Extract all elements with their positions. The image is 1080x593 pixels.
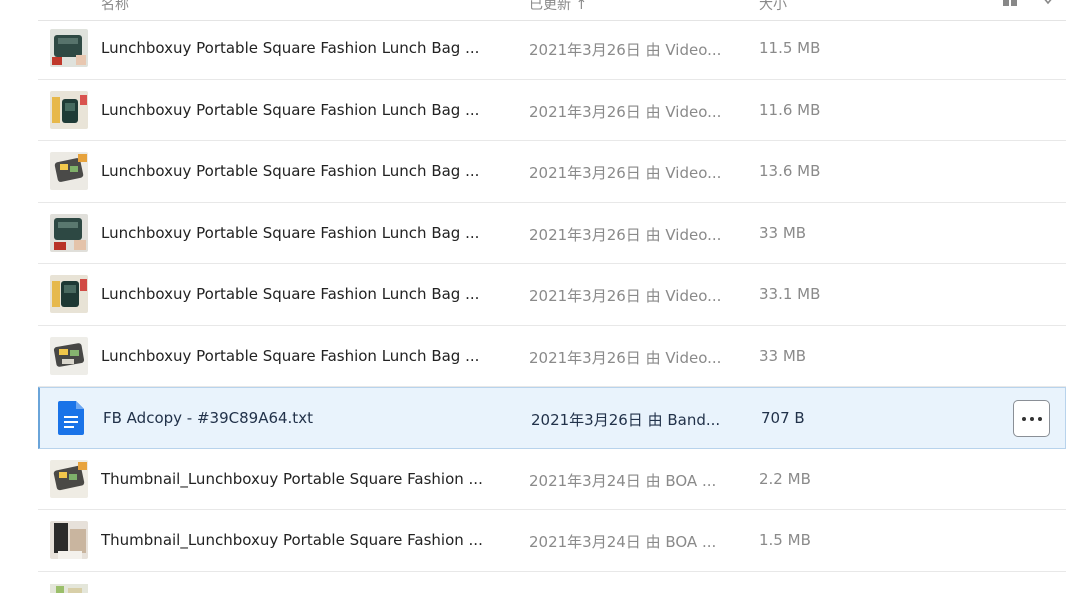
image-thumbnail bbox=[50, 584, 88, 593]
file-updated: 2021年3月26日 由 Video... bbox=[529, 348, 722, 367]
video-thumbnail bbox=[50, 336, 88, 375]
file-size: 1.5 MB bbox=[759, 531, 811, 549]
file-name[interactable]: Lunchboxuy Portable Square Fashion Lunch… bbox=[101, 162, 501, 180]
file-size: 33.1 MB bbox=[759, 285, 821, 303]
file-updated: 2021年3月24日 由 BOA ... bbox=[529, 533, 717, 551]
more-dot-icon bbox=[1029, 416, 1034, 421]
chevron-down-icon[interactable] bbox=[1042, 0, 1054, 6]
file-updated: 2021年3月24日 由 BOA ... bbox=[529, 471, 717, 490]
file-row[interactable]: Lunchboxuy Portable Square Fashion Lunch… bbox=[38, 203, 1066, 264]
video-thumbnail bbox=[50, 29, 88, 67]
file-size: 11.6 MB bbox=[759, 100, 821, 119]
column-header-size[interactable]: 大小 bbox=[759, 0, 787, 14]
file-updated: 2021年3月26日 由 Video... bbox=[529, 41, 722, 59]
file-row[interactable]: Thumbnail_Lunchboxuy Portable Square Fas… bbox=[38, 449, 1066, 510]
image-thumbnail bbox=[50, 459, 88, 498]
file-row[interactable]: Lunchboxuy Portable Square Fashion Lunch… bbox=[38, 264, 1066, 326]
more-options-button[interactable] bbox=[1013, 400, 1050, 437]
video-thumbnail bbox=[50, 213, 88, 252]
file-row[interactable]: Lunchboxuy Portable Square Fashion Lunch… bbox=[38, 326, 1066, 387]
document-icon bbox=[58, 401, 84, 435]
file-row[interactable]: Lunchboxuy Portable Square Fashion Lunch… bbox=[38, 141, 1066, 203]
file-list: Lunchboxuy Portable Square Fashion Lunch… bbox=[38, 18, 1066, 572]
file-size: 11.5 MB bbox=[759, 39, 821, 57]
file-updated: 2021年3月26日 由 Video... bbox=[529, 225, 722, 244]
file-size: 33 MB bbox=[759, 346, 807, 365]
file-updated: 2021年3月26日 由 Video... bbox=[529, 287, 722, 305]
file-name[interactable]: Lunchboxuy Portable Square Fashion Lunch… bbox=[101, 285, 501, 303]
file-updated: 2021年3月26日 由 Band... bbox=[531, 411, 721, 429]
file-updated: 2021年3月26日 由 Video... bbox=[529, 102, 722, 121]
file-name[interactable]: Lunchboxuy Portable Square Fashion Lunch… bbox=[101, 39, 501, 57]
file-size: 707 B bbox=[761, 409, 805, 427]
file-row-selected[interactable]: FB Adcopy - #39C89A64.txt 2021年3月26日 由 B… bbox=[38, 387, 1066, 449]
file-name[interactable]: Lunchboxuy Portable Square Fashion Lunch… bbox=[101, 347, 501, 365]
more-dot-icon bbox=[1021, 416, 1026, 421]
column-header-name[interactable]: 名称 bbox=[101, 0, 129, 14]
file-updated: 2021年3月26日 由 Video... bbox=[529, 164, 722, 182]
file-name[interactable]: Lunchboxuy Portable Square Fashion Lunch… bbox=[101, 224, 501, 242]
file-size: 33 MB bbox=[759, 223, 807, 242]
file-size: 13.6 MB bbox=[759, 162, 821, 180]
file-size: 2.2 MB bbox=[759, 469, 811, 488]
video-thumbnail bbox=[50, 275, 88, 313]
file-name[interactable]: FB Adcopy - #39C89A64.txt bbox=[103, 409, 503, 427]
file-row[interactable]: Lunchboxuy Portable Square Fashion Lunch… bbox=[38, 18, 1066, 80]
file-list-page: 名称 已更新 ↑ 大小 Lunchboxuy Portable Square F bbox=[0, 0, 1080, 593]
file-name[interactable]: Thumbnail_Lunchboxuy Portable Square Fas… bbox=[101, 470, 501, 488]
file-name[interactable]: Thumbnail_Lunchboxuy Portable Square Fas… bbox=[101, 531, 501, 549]
video-thumbnail bbox=[50, 90, 88, 129]
file-row[interactable]: Lunchboxuy Portable Square Fashion Lunch… bbox=[38, 80, 1066, 141]
video-thumbnail bbox=[50, 152, 88, 190]
file-name[interactable]: Lunchboxuy Portable Square Fashion Lunch… bbox=[101, 101, 501, 119]
more-dot-icon bbox=[1037, 416, 1042, 421]
grid-view-icon[interactable] bbox=[1003, 0, 1017, 6]
column-header-updated[interactable]: 已更新 ↑ bbox=[529, 0, 587, 14]
file-row[interactable]: Thumbnail_Lunchboxuy Portable Square Fas… bbox=[38, 510, 1066, 572]
image-thumbnail bbox=[50, 521, 88, 559]
